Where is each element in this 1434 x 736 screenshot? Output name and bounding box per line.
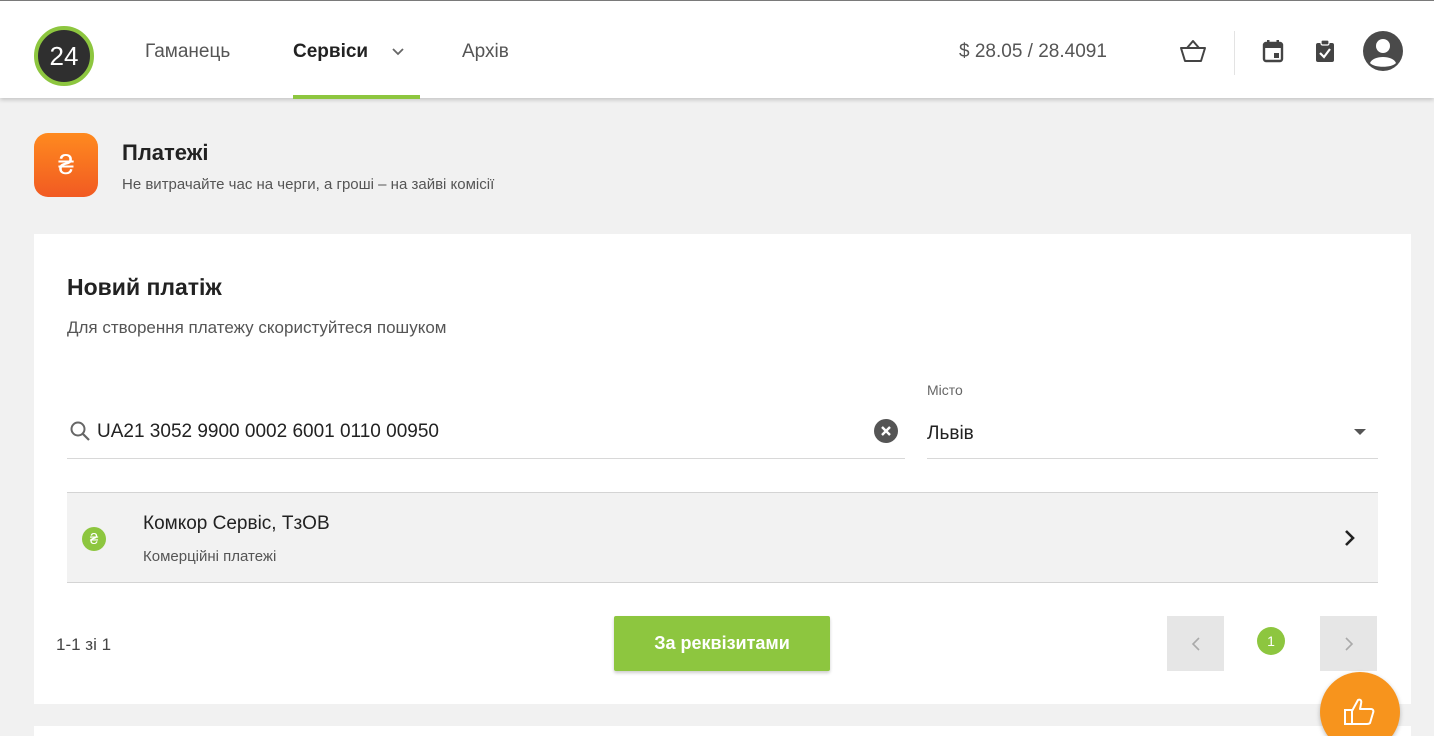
previous-page-button[interactable] [1167,616,1224,671]
city-select[interactable]: Львів [927,404,1378,459]
chevron-right-icon [1344,636,1353,651]
pagination-info: 1-1 зі 1 [56,635,112,654]
privat24-logo[interactable]: 24 [34,26,94,86]
next-page-button[interactable] [1320,616,1377,671]
city-label: Місто [927,382,963,398]
user-avatar-icon[interactable] [1363,31,1403,71]
chevron-right-icon [1345,530,1355,546]
active-nav-indicator [293,95,420,99]
nav-services-label: Сервіси [293,41,369,62]
payments-service-icon: ₴ [34,133,98,197]
by-requisites-button[interactable]: За реквізитами [614,616,830,671]
search-input[interactable] [97,416,867,448]
dropdown-caret-icon [1354,429,1366,435]
card-subtitle: Для створення платежу скористуйтеся пошу… [67,318,447,337]
basket-icon[interactable] [1177,35,1209,67]
toolbar-divider [1234,31,1235,75]
exchange-rate: $ 28.05 / 28.4091 [959,41,1107,62]
next-section-card [34,726,1411,736]
current-page-indicator[interactable]: 1 [1257,627,1285,655]
chevron-down-icon [392,48,404,56]
nav-services[interactable]: Сервіси [293,41,404,63]
city-value: Львів [927,423,974,444]
result-category: Комерційні платежі [143,548,277,565]
search-result-item[interactable]: ₴ Комкор Сервіс, ТзОВ Комерційні платежі [67,492,1378,583]
page-title: Платежі [122,140,209,165]
search-field [67,404,905,459]
result-name: Комкор Сервіс, ТзОВ [143,513,330,534]
clipboard-check-icon[interactable] [1309,35,1341,67]
chevron-left-icon [1191,636,1200,651]
nav-archive[interactable]: Архів [462,41,509,63]
page-subtitle: Не витрачайте час на черги, а гроші – на… [122,176,495,193]
search-icon [70,421,90,441]
thumbs-up-icon [1344,698,1375,725]
clear-icon[interactable] [874,419,898,443]
hryvnia-icon: ₴ [82,527,106,551]
calendar-icon[interactable] [1257,35,1289,67]
new-payment-card: Новий платіж Для створення платежу скори… [34,234,1411,704]
top-navigation-bar: 24 Гаманець Сервіси Архів $ 28.05 / 28.4… [0,0,1434,99]
nav-wallet[interactable]: Гаманець [145,41,230,63]
card-title: Новий платіж [67,274,222,300]
